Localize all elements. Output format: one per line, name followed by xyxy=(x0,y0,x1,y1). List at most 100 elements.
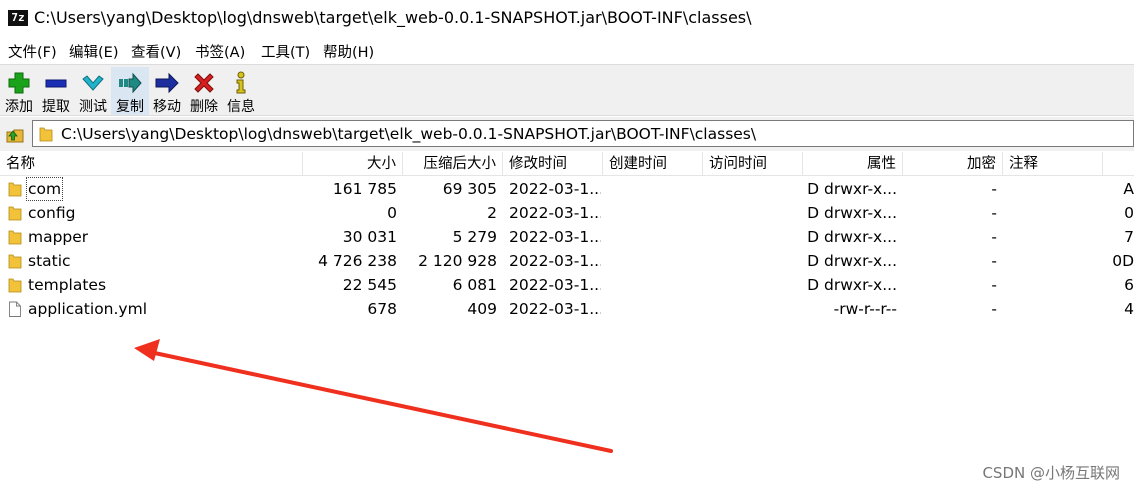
title-bar: 7z C:\Users\yang\Desktop\log\dnsweb\targ… xyxy=(0,0,1134,38)
item-encrypted: - xyxy=(991,252,997,270)
move-label: 移动 xyxy=(153,99,181,115)
list-item[interactable]: static 4 726 238 2 120 928 2022-03-1... … xyxy=(0,249,1134,273)
item-size: 30 031 xyxy=(342,228,397,246)
folder-icon xyxy=(8,182,22,197)
item-packed-size: 6 081 xyxy=(452,276,497,294)
menu-help[interactable]: 帮助(H) xyxy=(323,41,374,62)
item-attributes: D drwxr-x... xyxy=(807,252,897,270)
info-button[interactable]: 信息 xyxy=(222,67,260,115)
column-name[interactable]: 名称 xyxy=(0,152,303,176)
item-modified: 2022-03-1... xyxy=(509,204,601,222)
menu-bar: 文件(F) 编辑(E) 查看(V) 书签(A) 工具(T) 帮助(H) xyxy=(0,38,1134,64)
item-encrypted: - xyxy=(991,300,997,318)
item-size: 4 726 238 xyxy=(318,252,397,270)
list-item[interactable]: application.yml 678 409 2022-03-1... -rw… xyxy=(0,297,1134,321)
extract-button[interactable]: 提取 xyxy=(37,67,75,115)
column-attributes[interactable]: 属性 xyxy=(803,152,903,176)
list-item[interactable]: config 0 2 2022-03-1... D drwxr-x... - 0 xyxy=(0,201,1134,225)
copy-label: 复制 xyxy=(116,99,144,115)
item-packed-size: 2 xyxy=(487,204,497,222)
folder-icon xyxy=(8,278,22,293)
menu-edit[interactable]: 编辑(E) xyxy=(69,41,118,62)
item-extra: 4 xyxy=(1124,300,1134,318)
item-size: 678 xyxy=(367,300,397,318)
item-packed-size: 5 279 xyxy=(452,228,497,246)
delete-button[interactable]: 删除 xyxy=(185,67,223,115)
info-icon xyxy=(236,71,246,94)
add-button[interactable]: 添加 xyxy=(0,67,38,115)
move-arrow-icon xyxy=(155,72,179,94)
item-name: com xyxy=(25,177,64,201)
address-input[interactable]: C:\Users\yang\Desktop\log\dnsweb\target\… xyxy=(32,120,1134,147)
column-created[interactable]: 创建时间 xyxy=(603,152,703,176)
window-title: C:\Users\yang\Desktop\log\dnsweb\target\… xyxy=(34,8,752,27)
list-item[interactable]: mapper 30 031 5 279 2022-03-1... D drwxr… xyxy=(0,225,1134,249)
item-extra: 0D xyxy=(1112,252,1134,270)
list-item[interactable]: templates 22 545 6 081 2022-03-1... D dr… xyxy=(0,273,1134,297)
move-button[interactable]: 移动 xyxy=(148,67,186,115)
menu-file[interactable]: 文件(F) xyxy=(8,41,57,62)
item-extra: A xyxy=(1123,180,1134,198)
item-encrypted: - xyxy=(991,276,997,294)
add-label: 添加 xyxy=(5,99,33,115)
item-attributes: D drwxr-x... xyxy=(807,228,897,246)
info-label: 信息 xyxy=(227,99,255,115)
delete-label: 删除 xyxy=(190,99,218,115)
folder-icon xyxy=(8,230,22,245)
item-extra: 6 xyxy=(1124,276,1134,294)
list-header: 名称 大小 压缩后大小 修改时间 创建时间 访问时间 属性 加密 注释 xyxy=(0,152,1134,176)
menu-tools[interactable]: 工具(T) xyxy=(261,41,310,62)
file-list[interactable]: 名称 大小 压缩后大小 修改时间 创建时间 访问时间 属性 加密 注释 com … xyxy=(0,152,1134,493)
address-bar: C:\Users\yang\Desktop\log\dnsweb\target\… xyxy=(0,117,1134,151)
folder-icon xyxy=(8,254,22,269)
item-name: mapper xyxy=(28,228,89,246)
check-icon xyxy=(82,75,104,91)
item-modified: 2022-03-1... xyxy=(509,180,601,198)
item-attributes: -rw-r--r-- xyxy=(833,300,897,318)
item-size: 22 545 xyxy=(342,276,397,294)
column-extra[interactable] xyxy=(1103,152,1134,176)
item-modified: 2022-03-1... xyxy=(509,228,601,246)
item-modified: 2022-03-1... xyxy=(509,252,601,270)
column-size[interactable]: 大小 xyxy=(303,152,403,176)
column-encrypted[interactable]: 加密 xyxy=(903,152,1003,176)
item-attributes: D drwxr-x... xyxy=(807,204,897,222)
item-name: config xyxy=(28,204,76,222)
minus-icon xyxy=(45,79,67,88)
column-modified[interactable]: 修改时间 xyxy=(503,152,603,176)
item-packed-size: 69 305 xyxy=(442,180,497,198)
test-label: 测试 xyxy=(79,99,107,115)
item-name: application.yml xyxy=(28,300,148,318)
delete-x-icon xyxy=(194,73,214,93)
menu-view[interactable]: 查看(V) xyxy=(131,41,181,62)
column-comment[interactable]: 注释 xyxy=(1003,152,1103,176)
item-modified: 2022-03-1... xyxy=(509,276,601,294)
extract-label: 提取 xyxy=(42,99,70,115)
item-modified: 2022-03-1... xyxy=(509,300,601,318)
list-item[interactable]: com 161 785 69 305 2022-03-1... D drwxr-… xyxy=(0,177,1134,201)
copy-button[interactable]: 复制 xyxy=(111,67,149,115)
copy-arrow-icon xyxy=(119,72,142,94)
item-encrypted: - xyxy=(991,228,997,246)
item-encrypted: - xyxy=(991,204,997,222)
up-folder-icon[interactable] xyxy=(5,124,25,144)
watermark: CSDN @小杨互联网 xyxy=(982,464,1120,482)
item-packed-size: 2 120 928 xyxy=(418,252,497,270)
plus-icon xyxy=(8,72,30,94)
toolbar: 添加 提取 测试 复制 移动 删除 信息 xyxy=(0,64,1134,116)
column-packed-size[interactable]: 压缩后大小 xyxy=(403,152,503,176)
app-7zip-icon: 7z xyxy=(8,10,28,26)
folder-icon xyxy=(8,206,22,221)
address-path: C:\Users\yang\Desktop\log\dnsweb\target\… xyxy=(61,125,757,143)
column-accessed[interactable]: 访问时间 xyxy=(703,152,803,176)
test-button[interactable]: 测试 xyxy=(74,67,112,115)
item-size: 161 785 xyxy=(332,180,397,198)
item-name: static xyxy=(28,252,71,270)
menu-bookmarks[interactable]: 书签(A) xyxy=(195,41,245,62)
item-encrypted: - xyxy=(991,180,997,198)
item-extra: 0 xyxy=(1124,204,1134,222)
item-size: 0 xyxy=(387,204,397,222)
item-name: templates xyxy=(28,276,107,294)
item-packed-size: 409 xyxy=(467,300,497,318)
folder-icon xyxy=(39,127,53,142)
